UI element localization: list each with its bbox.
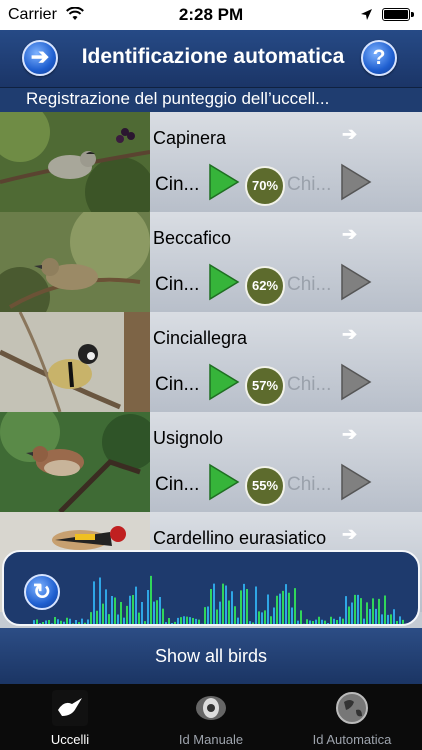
play-green-icon[interactable] [208, 463, 240, 501]
option-primary-label: Cin... [155, 474, 200, 495]
question-mark-icon: ? [372, 46, 386, 69]
tab-id-manuale[interactable]: Id Manuale [141, 684, 281, 750]
tab-bar: Uccelli Id Manuale Id Automatica [0, 684, 422, 750]
option-secondary-label: Chi... [287, 174, 332, 195]
match-percent-badge: 70% [245, 166, 285, 206]
bird-photo [0, 312, 150, 412]
option-primary-label: Cin... [155, 174, 200, 195]
tab-id-automatica[interactable]: Id Automatica [282, 684, 422, 750]
back-button[interactable]: ➔ [22, 40, 58, 76]
nav-header: ➔ Identificazione automatica ? [0, 30, 422, 88]
option-secondary-label: Chi... [287, 474, 332, 495]
bird-row[interactable]: Cinciallegra ➔ Cin... 57% Chi... [0, 312, 422, 412]
detail-arrow-icon[interactable]: ➔ [342, 224, 357, 245]
clock: 2:28 PM [178, 5, 244, 24]
bird-info: Beccafico ➔ Cin... 62% Chi... [150, 212, 422, 312]
bird-icon [52, 690, 88, 726]
tab-label: Id Automatica [312, 732, 392, 747]
play-green-icon[interactable] [208, 363, 240, 401]
bird-name: Capinera [153, 128, 227, 148]
bird-photo [0, 212, 150, 312]
play-green-icon[interactable] [208, 263, 240, 301]
bird-info: Cinciallegra ➔ Cin... 57% Chi... [150, 312, 422, 412]
bird-row[interactable]: Capinera ➔ Cin... 70% Chi... [0, 112, 422, 212]
bird-photo [0, 112, 150, 212]
page-title: Identificazione automatica [81, 45, 345, 68]
bird-info: Capinera ➔ Cin... 70% Chi... [150, 112, 422, 212]
play-gray-icon[interactable] [340, 363, 372, 401]
bird-name: Cardellino eurasiatico [153, 528, 327, 548]
refresh-button[interactable]: ↻ [24, 574, 60, 610]
play-gray-icon[interactable] [340, 263, 372, 301]
match-percent-badge: 55% [245, 466, 285, 506]
tab-label: Id Manuale [178, 732, 244, 747]
match-percent-badge: 57% [245, 366, 285, 406]
play-green-icon[interactable] [208, 163, 240, 201]
detail-arrow-icon[interactable]: ➔ [342, 324, 357, 345]
tab-label: Uccelli [50, 732, 90, 747]
bird-info: Usignolo ➔ Cin... 55% Chi... [150, 412, 422, 512]
help-button[interactable]: ? [361, 40, 397, 76]
detail-arrow-icon[interactable]: ➔ [342, 424, 357, 445]
bird-name: Usignolo [153, 428, 224, 448]
battery-icon [382, 8, 414, 21]
location-arrow-icon [361, 9, 372, 20]
left-arrow-icon: ➔ [30, 44, 50, 69]
detail-arrow-icon[interactable]: ➔ [342, 124, 357, 145]
bird-name: Cinciallegra [153, 328, 248, 348]
option-primary-label: Cin... [155, 374, 200, 395]
option-primary-label: Cin... [155, 274, 200, 295]
tab-uccelli[interactable]: Uccelli [0, 684, 140, 750]
play-gray-icon[interactable] [340, 163, 372, 201]
audio-waveform [33, 575, 404, 624]
refresh-icon: ↻ [32, 579, 52, 604]
status-bar: Carrier 2:28 PM [0, 0, 422, 30]
bird-row[interactable]: Usignolo ➔ Cin... 55% Chi... [0, 412, 422, 512]
eye-icon [196, 696, 226, 720]
audio-waveform-panel: ↻ [2, 550, 420, 626]
match-percent-badge: 62% [245, 266, 285, 306]
option-secondary-label: Chi... [287, 374, 332, 395]
bird-row[interactable]: Beccafico ➔ Cin... 62% Chi... [0, 212, 422, 312]
play-gray-icon[interactable] [340, 463, 372, 501]
recording-score-caption: Registrazione del punteggio dell’uccell.… [0, 88, 422, 112]
bird-name: Beccafico [153, 228, 232, 248]
bird-photo [0, 412, 150, 512]
globe-icon [336, 692, 368, 724]
detail-arrow-icon[interactable]: ➔ [342, 524, 357, 545]
option-secondary-label: Chi... [287, 274, 332, 295]
show-all-birds-button[interactable]: Show all birds [0, 628, 422, 684]
